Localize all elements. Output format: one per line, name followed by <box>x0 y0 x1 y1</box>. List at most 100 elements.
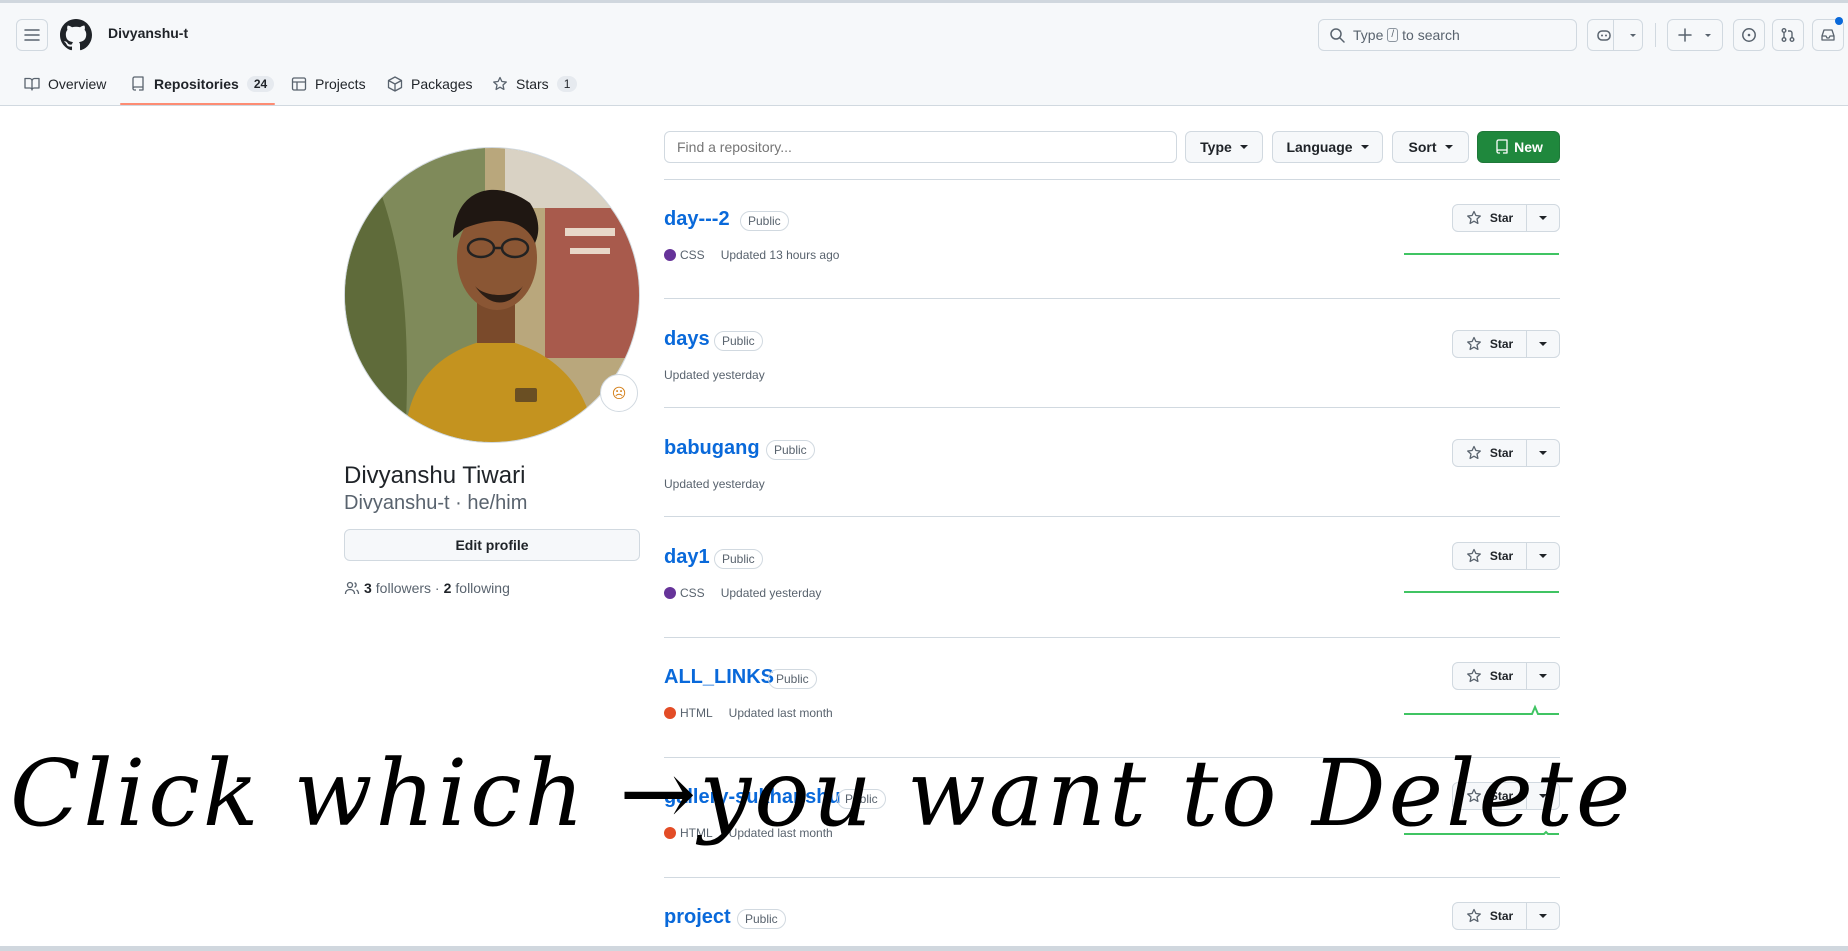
type-filter-button[interactable]: Type <box>1185 131 1263 163</box>
repo-meta: Updated yesterday <box>664 368 765 382</box>
list-divider <box>664 757 1560 758</box>
sort-button[interactable]: Sort <box>1392 131 1469 163</box>
star-list-dropdown[interactable] <box>1527 205 1559 231</box>
repo-updated: Updated yesterday <box>720 586 822 600</box>
star-button-group: Star <box>1452 204 1560 232</box>
followers-link[interactable]: 3 followers · <box>364 580 444 596</box>
language-color-dot <box>664 827 676 839</box>
star-list-dropdown[interactable] <box>1527 440 1559 466</box>
set-status-button[interactable]: ☹ <box>600 374 638 412</box>
repo-link-day-2[interactable]: day---2 <box>664 208 730 231</box>
profile-handle: Divyanshu-t · he/him <box>344 492 528 514</box>
search-icon <box>1330 28 1345 43</box>
context-username[interactable]: Divyanshu-t <box>108 25 188 41</box>
chevron-down-icon <box>1630 34 1636 37</box>
repo-link-days[interactable]: days <box>664 328 710 351</box>
star-icon <box>1466 336 1481 351</box>
star-button[interactable]: Star <box>1453 331 1527 357</box>
star-list-dropdown[interactable] <box>1527 663 1559 689</box>
tab-repositories[interactable]: Repositories 24 <box>130 72 275 96</box>
star-icon <box>1466 210 1481 225</box>
type-filter-label: Type <box>1200 139 1232 155</box>
search-suffix: to search <box>1402 27 1460 43</box>
star-button-group: Star <box>1452 330 1560 358</box>
menu-button[interactable] <box>16 19 48 51</box>
repo-updated: Updated yesterday <box>664 477 765 491</box>
star-label: Star <box>1489 549 1514 563</box>
star-list-dropdown[interactable] <box>1527 783 1559 809</box>
tab-label: Stars <box>516 76 549 92</box>
visibility-badge: Public <box>737 909 786 929</box>
star-button[interactable]: Star <box>1453 783 1527 809</box>
star-button[interactable]: Star <box>1453 440 1527 466</box>
star-label: Star <box>1489 789 1514 803</box>
package-icon <box>387 76 403 92</box>
repo-link-gallery-sukhanshu[interactable]: gallery-sukhanshu <box>664 786 841 809</box>
repo-link-all-links[interactable]: ALL_LINKS <box>664 666 774 689</box>
repo-updated: Updated 13 hours ago <box>720 248 840 262</box>
following-link[interactable]: 2 following <box>444 580 510 596</box>
following-count: 2 <box>443 580 452 596</box>
star-list-dropdown[interactable] <box>1527 903 1559 929</box>
find-repository-input[interactable] <box>664 131 1177 163</box>
caret-down-icon <box>1539 216 1547 220</box>
star-icon <box>1466 668 1481 683</box>
star-label: Star <box>1489 909 1514 923</box>
new-button-label: New <box>1514 139 1543 155</box>
list-divider <box>664 516 1560 517</box>
caret-down-icon <box>1539 554 1547 558</box>
repo-language: HTML <box>680 706 713 720</box>
repo-link-babugang[interactable]: babugang <box>664 437 760 460</box>
github-logo-icon[interactable] <box>60 19 92 51</box>
tab-label: Repositories <box>154 76 239 92</box>
stars-count-badge: 1 <box>556 76 578 92</box>
star-button[interactable]: Star <box>1453 903 1527 929</box>
following-label: following <box>455 580 510 596</box>
tab-label: Overview <box>48 76 107 92</box>
star-button[interactable]: Star <box>1453 205 1527 231</box>
pull-requests-button[interactable] <box>1772 19 1804 51</box>
tab-projects[interactable]: Projects <box>291 72 366 96</box>
header-separator <box>1655 23 1656 47</box>
issues-button[interactable] <box>1733 19 1765 51</box>
repo-link-day1[interactable]: day1 <box>664 546 710 569</box>
repo-language: HTML <box>680 826 713 840</box>
star-button-group: Star <box>1452 439 1560 467</box>
star-icon <box>1466 445 1481 460</box>
follow-stats: 3 followers · 2 following <box>344 580 510 596</box>
tab-stars[interactable]: Stars 1 <box>492 72 578 96</box>
repo-link-project[interactable]: project <box>664 906 731 929</box>
tab-packages[interactable]: Packages <box>387 72 472 96</box>
language-filter-button[interactable]: Language <box>1272 131 1383 163</box>
repo-meta: CSS Updated yesterday <box>664 586 821 600</box>
star-label: Star <box>1489 337 1514 351</box>
star-button[interactable]: Star <box>1453 663 1527 689</box>
visibility-badge: Public <box>768 669 817 689</box>
avatar[interactable] <box>344 147 640 443</box>
caret-down-icon <box>1360 145 1369 149</box>
star-button-group: Star <box>1452 902 1560 930</box>
language-filter-label: Language <box>1286 139 1353 155</box>
new-repository-button[interactable]: New <box>1477 131 1560 163</box>
copilot-button[interactable] <box>1587 19 1643 51</box>
status-emoji-icon: ☹ <box>611 384 627 401</box>
language-color-dot <box>664 249 676 261</box>
create-new-button[interactable] <box>1667 19 1723 51</box>
star-list-dropdown[interactable] <box>1527 331 1559 357</box>
star-list-dropdown[interactable] <box>1527 543 1559 569</box>
star-button[interactable]: Star <box>1453 543 1527 569</box>
star-label: Star <box>1489 211 1514 225</box>
visibility-badge: Public <box>714 549 763 569</box>
edit-profile-button[interactable]: Edit profile <box>344 529 640 561</box>
star-button-group: Star <box>1452 542 1560 570</box>
caret-down-icon <box>1539 794 1547 798</box>
search-input[interactable]: Type / to search <box>1318 19 1577 51</box>
repo-language: CSS <box>680 248 705 262</box>
sort-label: Sort <box>1408 139 1437 155</box>
language-color-dot <box>664 587 676 599</box>
git-pull-request-icon <box>1781 28 1795 42</box>
list-divider <box>664 298 1560 299</box>
notification-indicator <box>1835 17 1843 25</box>
tab-overview[interactable]: Overview <box>24 72 106 96</box>
issue-opened-icon <box>1742 28 1756 42</box>
